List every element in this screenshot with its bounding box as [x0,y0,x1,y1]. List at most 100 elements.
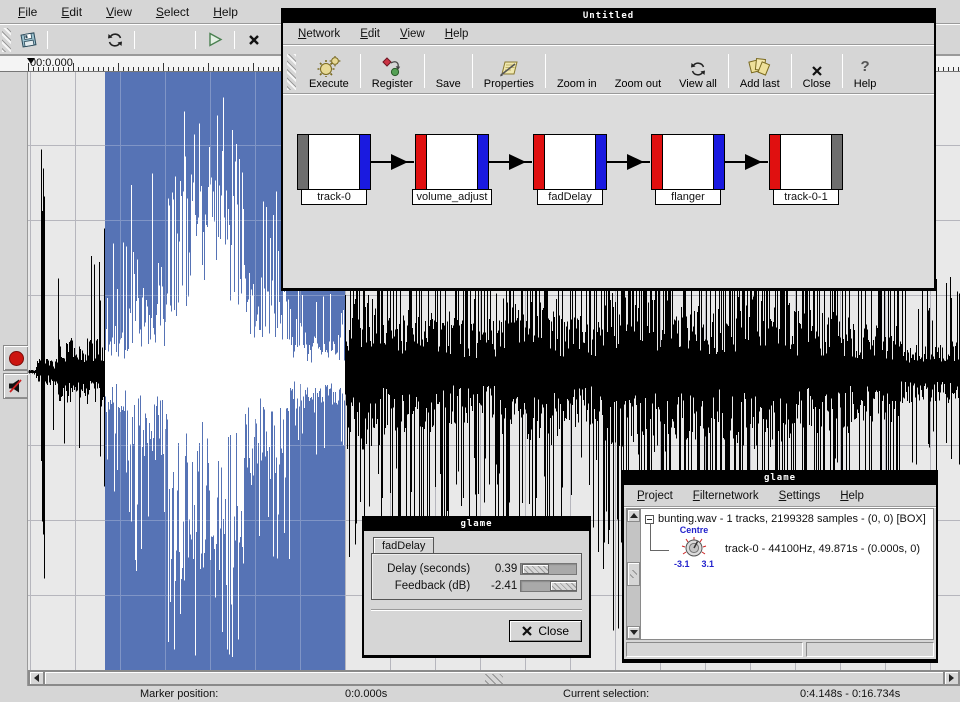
slider-handle[interactable] [522,564,549,574]
toolbar-separator [47,31,48,49]
tab-faddelay[interactable]: fadDelay [373,537,434,553]
save-button[interactable] [15,28,41,52]
button-row: Close [371,620,582,642]
marker-position-value: 0:0.000s [345,688,387,700]
output-port[interactable] [359,135,370,189]
feedback-slider[interactable] [520,580,577,592]
output-port[interactable] [713,135,724,189]
menu-view[interactable]: View [391,26,434,42]
toolbar-separator [842,54,843,88]
input-port[interactable] [770,135,781,189]
menu-settings[interactable]: Settings [770,488,830,504]
add-last-button[interactable]: Add last [731,55,789,90]
node-box[interactable] [769,134,843,190]
menu-edit[interactable]: Edit [351,26,389,42]
menu-project[interactable]: Project [628,488,682,504]
slider-handle[interactable] [550,581,577,591]
input-port[interactable] [534,135,545,189]
scrollbar-trough[interactable] [627,586,640,626]
help-network-button[interactable]: ? Help [845,55,886,90]
mute-button[interactable] [3,373,29,399]
filter-node-faddelay[interactable]: fadDelay [533,134,607,205]
menu-view[interactable]: View [96,2,142,22]
menu-help[interactable]: Help [203,2,248,22]
delay-slider[interactable] [520,563,577,575]
output-port[interactable] [477,135,488,189]
node-box[interactable] [297,134,371,190]
filter-node-volume-adjust[interactable]: volume_adjust [415,134,489,205]
scroll-left-button[interactable] [29,671,44,685]
toolbar-grip[interactable] [2,28,11,52]
menu-help[interactable]: Help [436,26,478,42]
node-body [781,135,831,189]
node-box[interactable] [415,134,489,190]
x-icon [811,55,823,77]
filter-node-flanger[interactable]: flanger [651,134,725,205]
marker-position-label: Marker position: [140,688,218,700]
scroll-up-button[interactable] [627,509,640,522]
input-port[interactable] [298,135,309,189]
toolbar-label: Close [803,78,831,90]
menu-help[interactable]: Help [831,488,873,504]
status-cell [626,642,803,657]
connection-arrow-icon [607,134,651,190]
menu-edit[interactable]: Edit [51,2,92,22]
toolbar-label: Save [436,78,461,90]
toolbar-separator [545,54,546,88]
zoom-in-button[interactable]: Zoom in [548,55,606,90]
node-label: volume_adjust [412,189,493,205]
play-button[interactable] [202,28,228,52]
filter-node-track-0-1[interactable]: track-0-1 [769,134,843,205]
toolbar-grip[interactable] [287,54,296,90]
properties-button[interactable]: Properties [475,55,543,90]
close-network-button[interactable]: Close [794,55,840,90]
scroll-down-button[interactable] [627,626,640,639]
input-port[interactable] [416,135,427,189]
delay-label: Delay (seconds) [376,563,470,575]
toolbar-label: Register [372,78,413,90]
refresh-button[interactable] [102,28,128,52]
parameter-row: Delay (seconds) 0.39 [376,560,577,577]
node-box[interactable] [533,134,607,190]
toolbar-separator [791,54,792,88]
dialog-titlebar[interactable]: glame [364,518,589,531]
zoom-out-button[interactable]: Zoom out [606,55,670,90]
output-port[interactable] [831,135,842,189]
x-icon [248,34,260,46]
toolbar-label: Add last [740,78,780,90]
view-all-button[interactable]: View all [670,55,726,90]
register-button[interactable]: Register [363,55,422,90]
tree-item-track-0[interactable]: track-0 - 44100Hz, 49.871s - (0.000s, 0) [725,543,920,555]
project-titlebar[interactable]: glame [624,472,936,485]
close-dialog-button[interactable]: Close [509,620,582,642]
feedback-value: -2.41 [470,580,520,592]
x-icon [522,626,532,636]
save-network-button[interactable]: Save [427,55,470,90]
node-body [545,135,595,189]
input-port[interactable] [652,135,663,189]
scroll-right-button[interactable] [944,671,959,685]
menu-select[interactable]: Select [146,2,199,22]
play-triangle-icon [208,32,223,47]
menu-file[interactable]: File [8,2,47,22]
menu-network[interactable]: Network [289,26,349,42]
node-box[interactable] [651,134,725,190]
menu-filternetwork[interactable]: Filternetwork [684,488,768,504]
stop-close-button[interactable] [241,28,267,52]
node-label: flanger [655,189,721,205]
close-button-label: Close [538,624,569,638]
filternetwork-titlebar[interactable]: Untitled [283,10,934,23]
mute-speaker-icon [8,378,24,394]
toolbar-separator [472,54,473,88]
gain-knob[interactable]: Centre -3.1 3.1 [671,525,717,569]
scrollbar-thumb[interactable] [627,562,640,586]
parameter-row: Feedback (dB) -2.41 [376,577,577,594]
filter-node-track-0[interactable]: track-0 [297,134,371,205]
tree-item-bunting[interactable]: bunting.wav - 1 tracks, 2199328 samples … [645,513,926,525]
execute-button[interactable]: Execute [300,55,358,90]
filternetwork-canvas[interactable]: track-0 volume_adjust [283,94,934,288]
scrollbar-thumb[interactable] [44,671,944,685]
record-button[interactable] [3,345,29,371]
output-port[interactable] [595,135,606,189]
connection-arrow-icon [371,134,415,190]
